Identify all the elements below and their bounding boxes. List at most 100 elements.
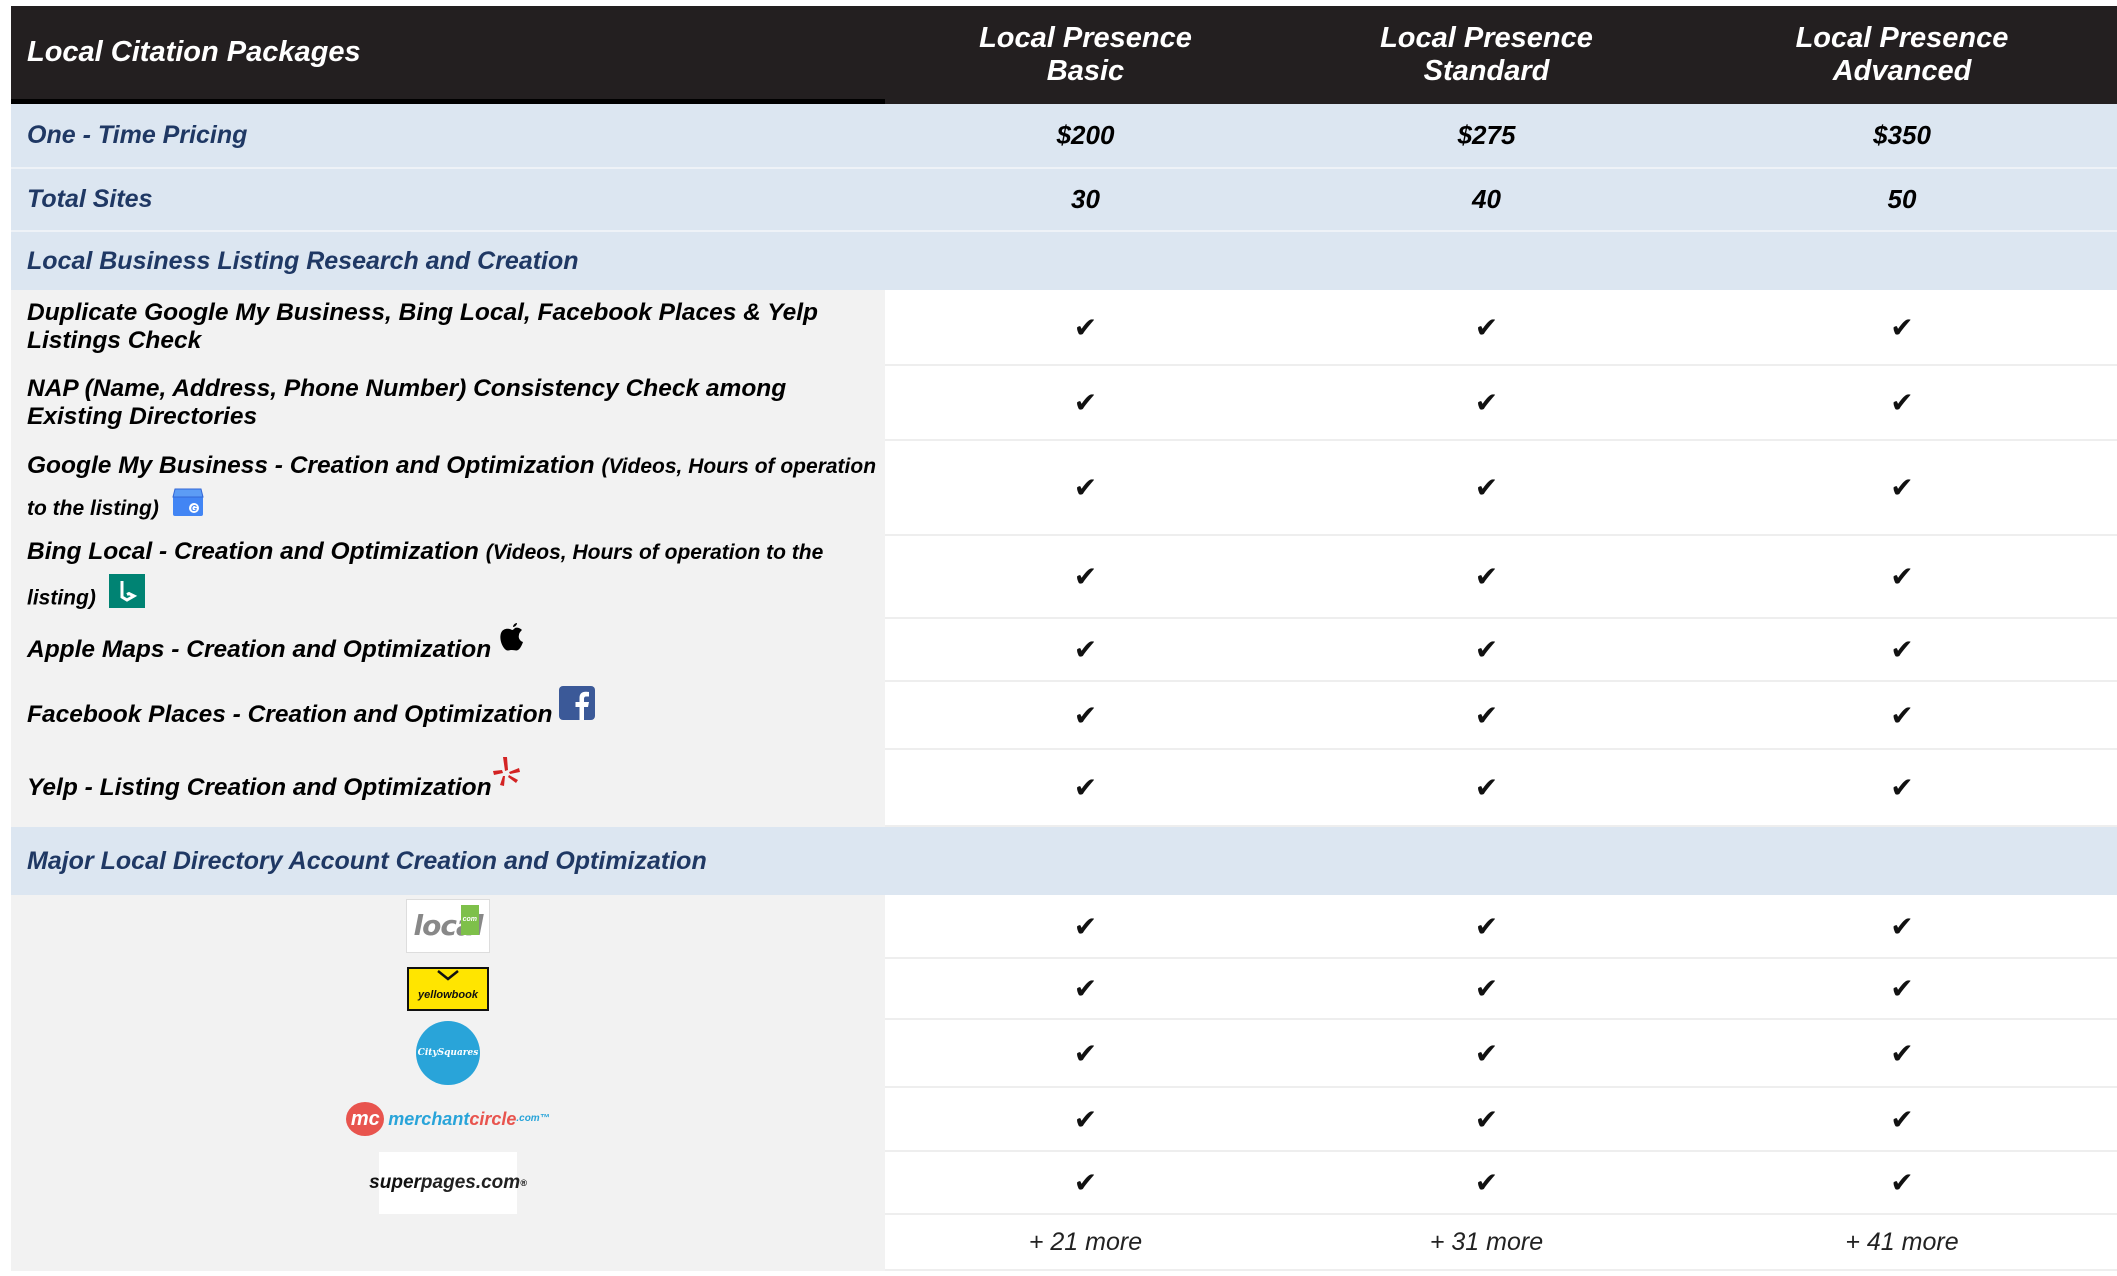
check-advanced: ✔ xyxy=(1687,895,2117,959)
feature-label: Facebook Places - Creation and Optimizat… xyxy=(11,682,885,750)
checkmark-icon: ✔ xyxy=(1474,1037,1499,1069)
checkmark-icon: ✔ xyxy=(1073,910,1098,942)
check-standard: ✔ xyxy=(1286,1088,1687,1152)
checkmark-icon: ✔ xyxy=(1890,387,1914,418)
checkmark-icon: ✔ xyxy=(1890,1167,1914,1198)
section-title: Local Business Listing Research and Crea… xyxy=(27,246,579,275)
feature-label: Yelp - Listing Creation and Optimization xyxy=(11,750,885,827)
directory-row: super pages.com ® ✔ ✔ ✔ xyxy=(11,1151,2117,1215)
checkmark-icon: ✔ xyxy=(1474,634,1499,665)
empty-cell xyxy=(11,1215,885,1271)
checkmark-icon: ✔ xyxy=(1890,634,1914,665)
check-basic: ✔ xyxy=(885,619,1286,682)
checkmark-icon: ✔ xyxy=(1890,561,1914,592)
checkmark-icon: ✔ xyxy=(1890,699,1914,731)
check-basic: ✔ xyxy=(885,750,1286,827)
check-basic: ✔ xyxy=(885,441,1286,536)
sites-standard: 40 xyxy=(1472,184,1501,214)
sites-advanced: 50 xyxy=(1887,184,1917,214)
feature-row: NAP (Name, Address, Phone Number) Consis… xyxy=(11,366,2117,441)
feature-row: Apple Maps - Creation and Optimization ✔… xyxy=(11,619,2117,682)
checkmark-icon: ✔ xyxy=(1073,772,1098,803)
plan-advanced-header: Local Presence Advanced xyxy=(1795,22,2009,87)
checkmark-icon: ✔ xyxy=(1890,472,1914,503)
table-header: Local Citation Packages Local Presence B… xyxy=(11,6,2117,104)
checkmark-icon: ✔ xyxy=(1474,1103,1499,1135)
feature-label: Duplicate Google My Business, Bing Local… xyxy=(11,290,885,366)
checkmark-icon: ✔ xyxy=(1474,699,1499,731)
checkmark-icon: ✔ xyxy=(1890,1103,1914,1135)
total-sites-row: Total Sites 30 40 50 xyxy=(11,169,2117,232)
checkmark-icon: ✔ xyxy=(1890,973,1914,1004)
check-standard: ✔ xyxy=(1286,290,1687,366)
more-row: + 21 more + 31 more + 41 more xyxy=(11,1215,2117,1271)
checkmark-icon: ✔ xyxy=(1474,387,1499,418)
checkmark-icon: ✔ xyxy=(1073,1103,1098,1135)
check-standard: ✔ xyxy=(1286,682,1687,750)
check-basic: ✔ xyxy=(885,1020,1286,1088)
price-basic: $200 xyxy=(1056,120,1115,150)
check-advanced: ✔ xyxy=(1687,290,2117,366)
check-advanced: ✔ xyxy=(1687,536,2117,619)
check-standard: ✔ xyxy=(1286,1152,1687,1215)
checkmark-icon: ✔ xyxy=(1890,910,1914,942)
pricing-label: One - Time Pricing xyxy=(27,121,248,149)
checkmark-icon: ✔ xyxy=(1474,910,1499,942)
yellowbook-swoosh-icon xyxy=(437,969,459,981)
table-title: Local Citation Packages xyxy=(11,6,885,104)
checkmark-icon: ✔ xyxy=(1073,311,1098,343)
more-advanced: + 41 more xyxy=(1687,1215,2117,1271)
checkmark-icon: ✔ xyxy=(1073,634,1098,665)
price-standard: $275 xyxy=(1457,120,1516,150)
checkmark-icon: ✔ xyxy=(1073,699,1098,731)
section-title-row: Major Local Directory Account Creation a… xyxy=(11,827,2117,895)
checkmark-icon: ✔ xyxy=(1073,973,1098,1004)
check-basic: ✔ xyxy=(885,959,1286,1020)
pricing-row: One - Time Pricing $200 $275 $350 xyxy=(11,104,2117,169)
section-title: Major Local Directory Account Creation a… xyxy=(27,846,707,875)
feature-row: Bing Local - Creation and Optimization (… xyxy=(11,536,2117,619)
check-standard: ✔ xyxy=(1286,441,1687,536)
directory-row: mc merchant circle .com™ ✔ ✔ ✔ xyxy=(11,1088,2117,1152)
citysquares-logo: CitySquares xyxy=(11,1020,885,1088)
checkmark-icon: ✔ xyxy=(1474,472,1499,503)
checkmark-icon: ✔ xyxy=(1073,561,1098,592)
checkmark-icon: ✔ xyxy=(1890,772,1914,803)
check-basic: ✔ xyxy=(885,366,1286,441)
check-advanced: ✔ xyxy=(1687,682,2117,750)
check-standard: ✔ xyxy=(1286,750,1687,827)
plan-standard-header: Local Presence Standard xyxy=(1380,22,1593,87)
checkmark-icon: ✔ xyxy=(1073,387,1098,418)
sites-basic: 30 xyxy=(1071,184,1100,214)
check-advanced: ✔ xyxy=(1687,959,2117,1020)
yellowbook-logo: yellowbook xyxy=(11,959,885,1020)
check-advanced: ✔ xyxy=(1687,366,2117,441)
section-title-row: Local Business Listing Research and Crea… xyxy=(11,232,2117,290)
checkmark-icon: ✔ xyxy=(1474,311,1499,343)
bing-icon xyxy=(108,574,145,622)
feature-label: NAP (Name, Address, Phone Number) Consis… xyxy=(11,366,885,441)
checkmark-icon: ✔ xyxy=(1890,311,1914,343)
citation-packages-table: Local Citation Packages Local Presence B… xyxy=(11,6,2117,1271)
check-basic: ✔ xyxy=(885,536,1286,619)
check-advanced: ✔ xyxy=(1687,1020,2117,1088)
check-standard: ✔ xyxy=(1286,1020,1687,1088)
feature-label: Apple Maps - Creation and Optimization xyxy=(11,619,885,682)
superpages-logo: super pages.com ® xyxy=(11,1151,885,1215)
check-advanced: ✔ xyxy=(1687,1088,2117,1152)
plan-basic-header: Local Presence Basic xyxy=(979,22,1192,87)
svg-text:G: G xyxy=(191,504,197,513)
price-advanced: $350 xyxy=(1873,120,1931,150)
feature-row: Facebook Places - Creation and Optimizat… xyxy=(11,682,2117,750)
feature-row: Google My Business - Creation and Optimi… xyxy=(11,441,2117,536)
checkmark-icon: ✔ xyxy=(1073,1167,1098,1198)
feature-row: Duplicate Google My Business, Bing Local… xyxy=(11,290,2117,366)
check-basic: ✔ xyxy=(885,895,1286,959)
more-basic: + 21 more xyxy=(885,1215,1286,1271)
checkmark-icon: ✔ xyxy=(1474,561,1499,592)
check-standard: ✔ xyxy=(1286,959,1687,1020)
directory-row: local com ✔ ✔ ✔ xyxy=(11,895,2117,959)
facebook-icon xyxy=(558,685,595,727)
check-advanced: ✔ xyxy=(1687,441,2117,536)
directory-row: CitySquares ✔ ✔ ✔ xyxy=(11,1020,2117,1088)
